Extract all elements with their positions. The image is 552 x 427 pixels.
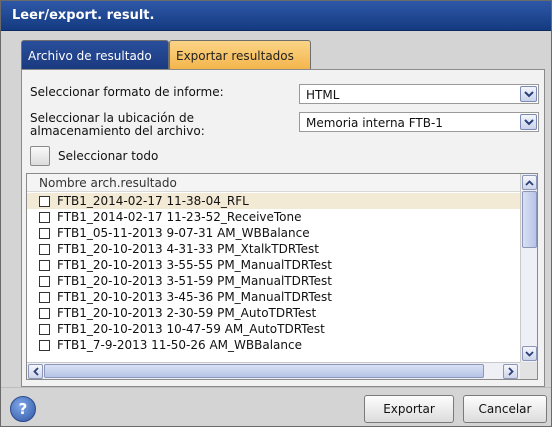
- report-format-select[interactable]: HTML: [299, 84, 539, 104]
- list-item[interactable]: FTB1_20-10-2013 3-51-59 PM_ManualTDRTest: [27, 273, 520, 289]
- vertical-scrollbar[interactable]: [520, 174, 537, 362]
- file-name: FTB1_20-10-2013 10-47-59 AM_AutoTDRTest: [57, 322, 325, 336]
- file-name: FTB1_20-10-2013 3-55-55 PM_ManualTDRTest: [57, 258, 332, 272]
- storage-location-value: Memoria interna FTB-1: [306, 116, 443, 130]
- tab-bar: Archivo de resultado Exportar resultados: [21, 40, 311, 70]
- checkbox[interactable]: [39, 339, 50, 351]
- list-item[interactable]: FTB1_20-10-2013 3-55-55 PM_ManualTDRTest: [27, 257, 520, 273]
- scroll-down-icon[interactable]: [522, 346, 537, 361]
- file-name: FTB1_7-9-2013 11-50-26 AM_WBBalance: [57, 338, 302, 352]
- export-button[interactable]: Exportar: [364, 395, 454, 423]
- cancel-button[interactable]: Cancelar: [463, 395, 547, 423]
- result-file-list[interactable]: Nombre arch.resultado FTB1_2014-02-17 11…: [26, 173, 538, 380]
- checkbox[interactable]: [39, 259, 50, 271]
- scroll-up-icon[interactable]: [522, 175, 537, 190]
- file-name: FTB1_2014-02-17 11-23-52_ReceiveTone: [57, 210, 302, 224]
- list-item[interactable]: FTB1_2014-02-17 11-23-52_ReceiveTone: [27, 209, 520, 225]
- tab-result-file[interactable]: Archivo de resultado: [21, 40, 169, 70]
- file-name: FTB1_2014-02-17 11-38-04_RFL: [57, 194, 249, 208]
- chevron-down-icon[interactable]: [520, 114, 537, 130]
- file-name: FTB1_20-10-2013 3-45-36 PM_ManualTDRTest: [57, 290, 332, 304]
- checkbox[interactable]: [39, 227, 50, 239]
- checkbox[interactable]: [39, 275, 50, 287]
- list-item[interactable]: FTB1_05-11-2013 9-07-31 AM_WBBalance: [27, 225, 520, 241]
- list-item[interactable]: FTB1_7-9-2013 11-50-26 AM_WBBalance: [27, 337, 520, 353]
- scroll-right-icon[interactable]: [503, 364, 518, 379]
- storage-location-label-line2: almacenamiento del archivo:: [30, 124, 205, 138]
- tab-export-results[interactable]: Exportar resultados: [169, 40, 311, 70]
- select-all-checkbox[interactable]: [30, 146, 50, 166]
- horizontal-scrollbar[interactable]: [27, 362, 520, 379]
- checkbox[interactable]: [39, 211, 50, 223]
- checkbox[interactable]: [39, 243, 50, 255]
- export-results-dialog: Leer/export. result. Archivo de resultad…: [0, 0, 552, 427]
- file-name-column-header[interactable]: Nombre arch.resultado: [27, 174, 520, 192]
- storage-location-select[interactable]: Memoria interna FTB-1: [299, 112, 539, 132]
- list-item[interactable]: FTB1_20-10-2013 2-30-59 PM_AutoTDRTest: [27, 305, 520, 321]
- list-item[interactable]: FTB1_20-10-2013 4-31-33 PM_XtalkTDRTest: [27, 241, 520, 257]
- file-name: FTB1_20-10-2013 3-51-59 PM_ManualTDRTest: [57, 274, 332, 288]
- list-item[interactable]: FTB1_2014-02-17 11-38-04_RFL: [27, 193, 520, 209]
- select-all-label: Seleccionar todo: [58, 149, 159, 163]
- tab-panel: Seleccionar formato de informe: HTML Sel…: [21, 69, 545, 387]
- checkbox[interactable]: [39, 307, 50, 319]
- checkbox[interactable]: [39, 291, 50, 303]
- chevron-down-icon[interactable]: [520, 86, 537, 102]
- list-item[interactable]: FTB1_20-10-2013 10-47-59 AM_AutoTDRTest: [27, 321, 520, 337]
- checkbox[interactable]: [39, 323, 50, 335]
- horizontal-scroll-thumb[interactable]: [44, 364, 484, 378]
- checkbox[interactable]: [39, 195, 50, 207]
- scrollbar-corner: [520, 362, 537, 379]
- file-name: FTB1_20-10-2013 2-30-59 PM_AutoTDRTest: [57, 306, 317, 320]
- report-format-value: HTML: [306, 88, 340, 102]
- help-icon[interactable]: ?: [10, 396, 36, 422]
- scroll-left-icon[interactable]: [28, 364, 43, 379]
- file-name: FTB1_20-10-2013 4-31-33 PM_XtalkTDRTest: [57, 242, 319, 256]
- vertical-scroll-thumb[interactable]: [522, 191, 537, 248]
- dialog-button-bar: ? Exportar Cancelar: [1, 387, 551, 426]
- report-format-label: Seleccionar formato de informe:: [30, 85, 224, 99]
- window-title: Leer/export. result.: [1, 1, 551, 31]
- list-item[interactable]: FTB1_20-10-2013 3-45-36 PM_ManualTDRTest: [27, 289, 520, 305]
- file-name: FTB1_05-11-2013 9-07-31 AM_WBBalance: [57, 226, 310, 240]
